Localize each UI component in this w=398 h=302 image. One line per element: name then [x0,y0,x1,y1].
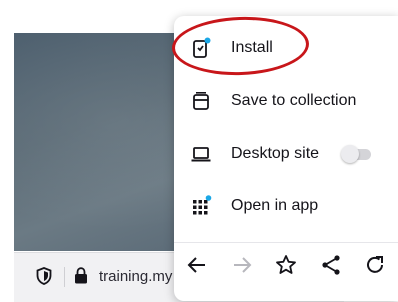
menu-item-label: Open in app [231,197,319,214]
menu-item-label: Install [231,39,273,56]
apps-grid-icon [193,195,212,215]
back-arrow-icon[interactable] [185,253,209,277]
menu-item-install[interactable]: Install [174,26,398,70]
star-icon[interactable] [274,253,298,277]
forward-arrow-icon [234,257,252,273]
menu-item-label: Save to collection [231,92,357,109]
reload-icon[interactable] [363,253,387,277]
collection-icon [193,91,209,110]
share-icon[interactable] [319,253,343,277]
menu-item-save-to-collection[interactable]: Save to collection [174,79,398,123]
toggle-knob [341,145,359,163]
install-app-icon [193,37,211,58]
toolbar-divider [64,267,65,287]
lock-icon [75,267,87,284]
menu-item-label: Desktop site [231,145,320,162]
shield-icon[interactable] [36,267,52,285]
laptop-icon [191,147,211,162]
menu-nav-bar [174,242,398,287]
menu-item-open-in-app[interactable]: Open in app [174,184,398,228]
url-text[interactable]: training.my [99,268,172,285]
menu-item-desktop-site[interactable]: Desktop site [174,132,398,176]
desktop-site-toggle[interactable] [341,145,373,163]
browser-menu: Install Save to collection Desktop site [174,16,398,301]
